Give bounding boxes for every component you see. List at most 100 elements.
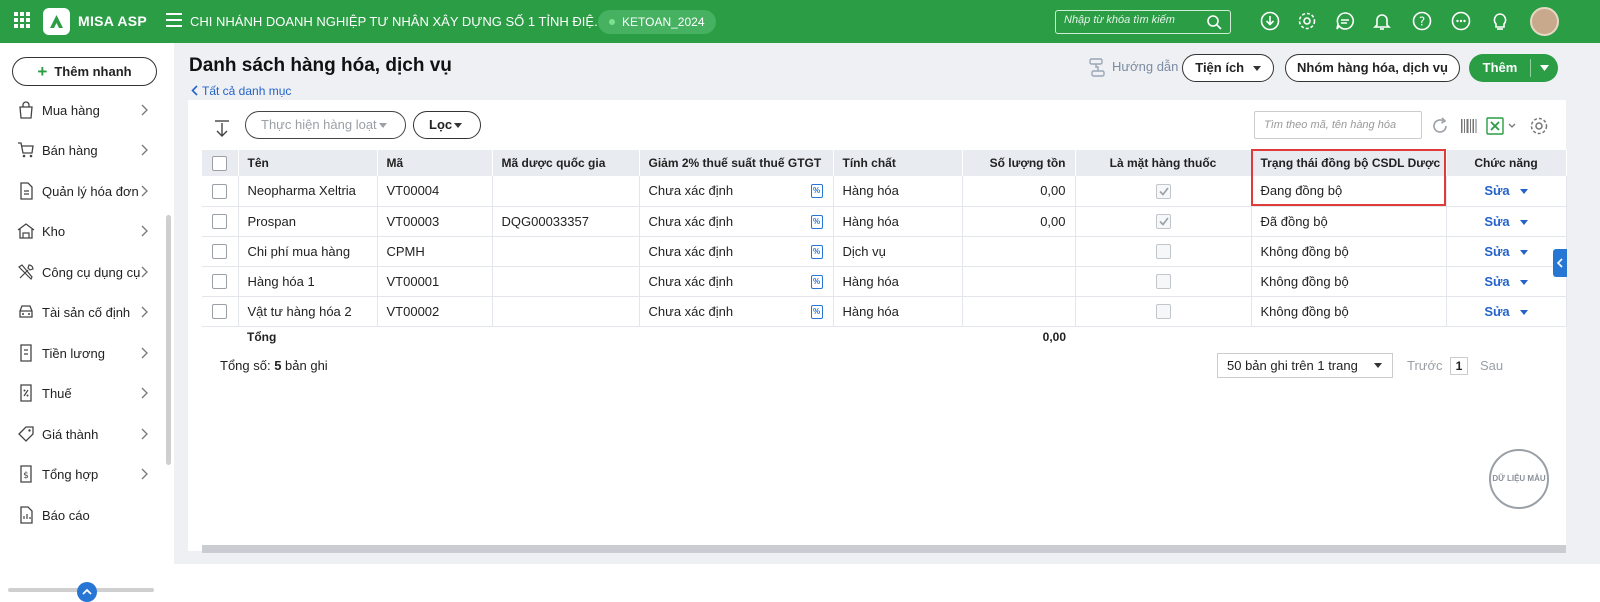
sidebar-scrollbar[interactable]	[166, 215, 171, 465]
row-select-cell[interactable]	[202, 296, 239, 327]
sidebar-item-report[interactable]: Báo cáo	[0, 496, 165, 536]
barcode-icon[interactable]	[1460, 117, 1478, 135]
percent-icon[interactable]: %	[810, 214, 823, 229]
actions-dropdown-icon[interactable]	[1519, 219, 1528, 225]
actions-dropdown-icon[interactable]	[1519, 309, 1528, 315]
column-header-vat-reduction[interactable]: Giảm 2% thuế suất thuế GTGT	[639, 150, 834, 176]
idea-icon[interactable]	[1490, 11, 1510, 31]
select-all-cell[interactable]	[202, 150, 239, 176]
edit-button[interactable]: Sửa	[1484, 214, 1509, 229]
table-row[interactable]: Vật tư hàng hóa 2 VT00002 Chưa xác định% Hà…	[202, 296, 1567, 327]
actions-dropdown-icon[interactable]	[1519, 279, 1528, 285]
item-actions[interactable]: Sửa	[1446, 176, 1567, 207]
row-select-cell[interactable]	[202, 176, 239, 207]
checkmark-icon	[1158, 217, 1169, 226]
row-checkbox[interactable]	[212, 304, 228, 320]
percent-icon[interactable]: %	[810, 184, 823, 198]
sidebar-item-fixed-assets[interactable]: Tài sản cố định	[0, 293, 165, 333]
row-select-cell[interactable]	[202, 206, 239, 237]
filter-dropdown[interactable]: Lọc	[413, 111, 481, 139]
sidebar-item-tax[interactable]: Thuế	[0, 374, 165, 414]
expand-collapse-icon[interactable]	[213, 119, 231, 139]
table-row[interactable]: Prospan VT00003 DQG00033357 Chưa xác định% H…	[202, 206, 1567, 237]
column-header-national-code[interactable]: Mã dược quốc gia	[492, 150, 640, 176]
row-select-cell[interactable]	[202, 266, 239, 297]
sidebar-item-salary[interactable]: Tiền lương	[0, 334, 165, 374]
sidebar-item-summary[interactable]: $ Tổng hợp	[0, 455, 165, 495]
back-link-label: Tất cả danh mục	[202, 84, 292, 98]
table-row[interactable]: Hàng hóa 1 VT00001 Chưa xác định% Hàng hóa K…	[202, 266, 1567, 297]
row-checkbox[interactable]	[212, 183, 228, 199]
previous-page-button[interactable]: Trước	[1407, 358, 1443, 373]
add-dropdown-caret-icon[interactable]	[1540, 65, 1600, 71]
sidebar-item-warehouse[interactable]: Kho	[0, 212, 165, 252]
row-checkbox[interactable]	[212, 244, 228, 260]
page-size-select[interactable]: 50 bản ghi trên 1 trang	[1217, 353, 1393, 378]
column-header-nature[interactable]: Tính chất	[833, 150, 963, 176]
back-to-categories-link[interactable]: Tất cả danh mục	[191, 84, 291, 98]
current-page[interactable]: 1	[1450, 357, 1468, 375]
edit-button[interactable]: Sửa	[1484, 304, 1509, 319]
item-actions[interactable]: Sửa	[1446, 266, 1567, 297]
bell-icon[interactable]	[1372, 11, 1392, 31]
table-settings-icon[interactable]	[1529, 116, 1549, 136]
next-page-button[interactable]: Sau	[1480, 358, 1503, 373]
item-actions[interactable]: Sửa	[1446, 296, 1567, 327]
edit-button[interactable]: Sửa	[1484, 244, 1509, 259]
percent-icon[interactable]: %	[810, 244, 823, 259]
table-search[interactable]	[1254, 111, 1422, 139]
sidebar-item-tools[interactable]: Công cụ dụng cụ	[0, 253, 165, 293]
row-checkbox[interactable]	[212, 214, 228, 230]
item-group-button[interactable]: Nhóm hàng hóa, dịch vụ	[1285, 54, 1460, 82]
add-button-label[interactable]: Thêm	[1469, 54, 1531, 82]
item-actions[interactable]: Sửa	[1446, 206, 1567, 237]
user-avatar[interactable]	[1530, 7, 1559, 36]
table-horizontal-scrollbar[interactable]	[202, 545, 1566, 553]
column-header-sync-status[interactable]: Trạng thái đồng bộ CSDL Dược	[1251, 150, 1447, 176]
add-button[interactable]: Thêm	[1469, 54, 1558, 82]
actions-dropdown-icon[interactable]	[1519, 189, 1528, 195]
item-sync-status: Đang đồng bộ	[1251, 176, 1447, 207]
table-row[interactable]: Chi phí mua hàng CPMH Chưa xác định% Dịch v…	[202, 236, 1567, 267]
company-name[interactable]: CHI NHÁNH DOANH NGHIỆP TƯ NHÂN XÂY DỰNG …	[190, 14, 605, 29]
row-checkbox[interactable]	[212, 274, 228, 290]
item-actions[interactable]: Sửa	[1446, 236, 1567, 267]
sidebar-item-invoice[interactable]: Quản lý hóa đơn	[0, 172, 165, 212]
hamburger-menu-icon[interactable]	[166, 13, 182, 27]
quick-add-button[interactable]: + Thêm nhanh	[12, 57, 157, 86]
search-icon[interactable]	[1207, 15, 1222, 30]
table-total-row: Tổng 0,00	[202, 325, 1566, 348]
chat-icon[interactable]	[1335, 11, 1355, 31]
bulk-action-dropdown[interactable]: Thực hiện hàng loạt	[245, 111, 406, 139]
table-search-input[interactable]	[1264, 119, 1414, 131]
sidebar-item-cost[interactable]: Giá thành	[0, 415, 165, 455]
more-icon[interactable]	[1451, 11, 1471, 31]
refresh-icon[interactable]	[1430, 116, 1450, 136]
table-row[interactable]: Neopharma Xeltria VT00004 Chưa xác định% Hà…	[202, 176, 1567, 207]
percent-icon[interactable]: %	[810, 304, 823, 319]
column-header-quantity[interactable]: Số lượng tồn	[962, 150, 1076, 176]
database-badge[interactable]: KETOAN_2024	[598, 10, 716, 34]
row-select-cell[interactable]	[202, 236, 239, 267]
column-header-name[interactable]: Tên	[238, 150, 378, 176]
utilities-dropdown[interactable]: Tiện ích	[1182, 54, 1274, 82]
sidebar-item-sales[interactable]: Bán hàng	[0, 131, 165, 171]
collapse-sidebar-button[interactable]	[77, 582, 97, 602]
actions-dropdown-icon[interactable]	[1519, 249, 1528, 255]
sidebar-item-purchase[interactable]: Mua hàng	[0, 91, 165, 131]
percent-icon[interactable]: %	[810, 274, 823, 289]
edit-button[interactable]: Sửa	[1484, 183, 1509, 198]
select-all-checkbox[interactable]	[212, 155, 228, 171]
apps-grid-icon[interactable]	[14, 12, 30, 28]
excel-export-icon[interactable]	[1486, 117, 1518, 135]
global-search-input[interactable]	[1064, 14, 1204, 26]
column-header-is-drug[interactable]: Là mặt hàng thuốc	[1075, 150, 1252, 176]
download-icon[interactable]	[1260, 11, 1280, 31]
settings-icon[interactable]	[1297, 11, 1317, 31]
global-search[interactable]	[1055, 10, 1231, 34]
column-header-code[interactable]: Mã	[377, 150, 493, 176]
help-icon[interactable]: ?	[1412, 11, 1432, 31]
total-empty	[377, 325, 492, 348]
edit-button[interactable]: Sửa	[1484, 274, 1509, 289]
side-panel-toggle[interactable]	[1553, 249, 1567, 277]
